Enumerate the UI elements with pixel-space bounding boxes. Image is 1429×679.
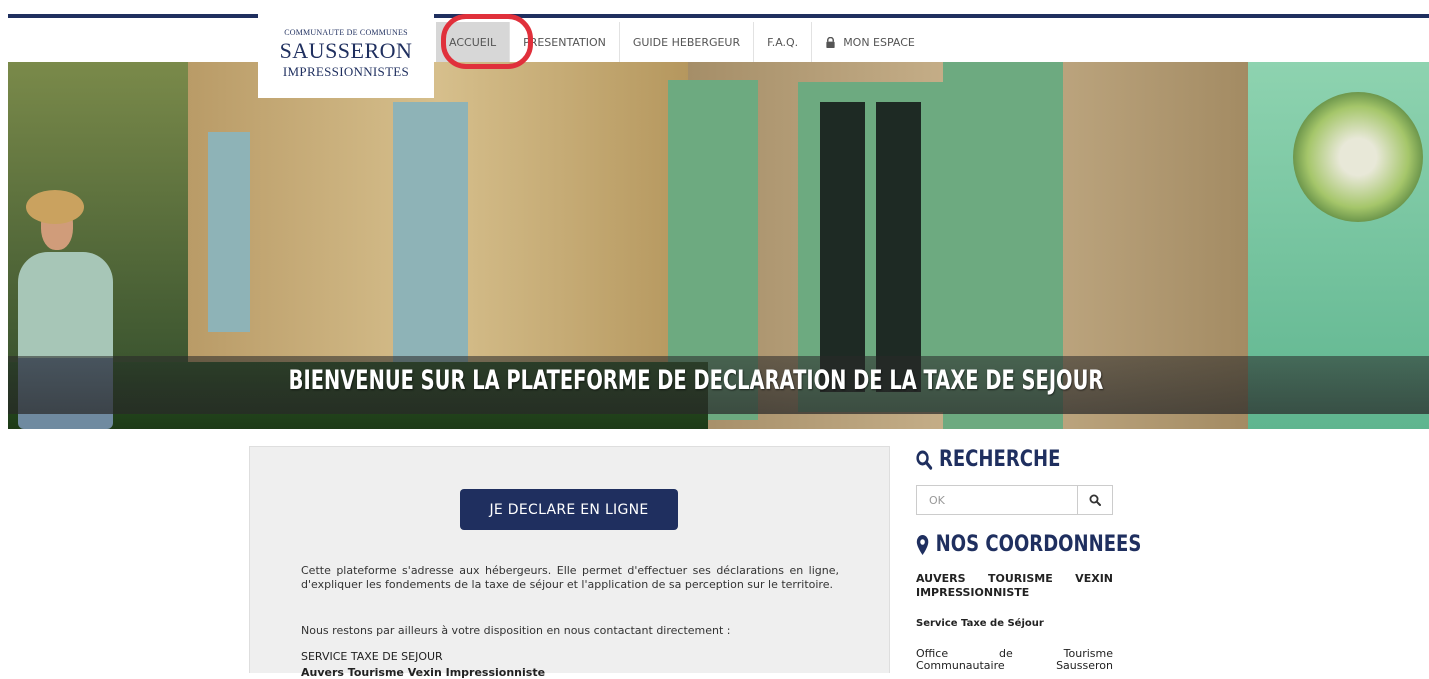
search-button[interactable] (1077, 486, 1112, 514)
accueil-highlight-annotation (441, 14, 533, 69)
lock-icon (826, 36, 835, 48)
nav-item-guide-hebergeur[interactable]: GUIDE HEBERGEUR (620, 22, 755, 62)
declare-online-button[interactable]: JE DECLARE EN LIGNE (460, 489, 678, 530)
hero-window-glass (820, 102, 865, 392)
search-icon (1089, 494, 1101, 506)
logo-line-3: IMPRESSIONNISTES (282, 64, 410, 79)
search-icon (916, 450, 933, 470)
main-content-panel (249, 446, 890, 673)
hero-image: BIENVENUE SUR LA PLATEFORME DE DECLARATI… (8, 62, 1429, 429)
search-section-title: RECHERCHE (916, 447, 1060, 472)
hero-banner-title: BIENVENUE SUR LA PLATEFORME DE DECLARATI… (288, 365, 1104, 396)
logo-line-2: SAUSSERON (279, 38, 413, 63)
nav-item-faq[interactable]: F.A.Q. (754, 22, 813, 62)
search-input[interactable] (917, 486, 1077, 514)
contact-organization-line2: IMPRESSIONNISTE (916, 586, 1030, 599)
search-box (916, 485, 1113, 515)
contact-section-title: NOS COORDONNEES (916, 532, 1141, 557)
contact-office: Office de Tourisme Communautaire Sausser… (916, 648, 1113, 672)
contact-paragraph: Nous restons par ailleurs à votre dispos… (301, 624, 731, 637)
service-heading: SERVICE TAXE DE SEJOUR (301, 650, 443, 663)
top-accent-bar (8, 14, 1429, 18)
hero-window-glass (876, 102, 921, 392)
hero-shutter (393, 102, 468, 372)
office-word: Sausseron (1056, 659, 1113, 672)
hero-wreath (1293, 92, 1423, 222)
hero-person-hat (26, 190, 84, 224)
map-marker-icon (916, 534, 929, 555)
nav-item-mon-espace-label: MON ESPACE (843, 35, 915, 49)
hero-shutter (208, 132, 250, 332)
nav-item-mon-espace[interactable]: MON ESPACE (812, 22, 928, 62)
intro-paragraph: Cette plateforme s'adresse aux hébergeur… (301, 564, 839, 591)
search-title-text: RECHERCHE (938, 447, 1061, 472)
contact-service: Service Taxe de Séjour (916, 618, 1044, 629)
contact-organization-line1: AUVERS TOURISME VEXIN (916, 572, 1113, 585)
office-word: Communautaire (916, 659, 1005, 672)
site-logo[interactable]: COMMUNAUTE DE COMMUNES SAUSSERON IMPRESS… (258, 14, 434, 98)
logo-line-1: COMMUNAUTE DE COMMUNES (284, 28, 408, 37)
contact-title-text: NOS COORDONNEES (935, 532, 1142, 557)
